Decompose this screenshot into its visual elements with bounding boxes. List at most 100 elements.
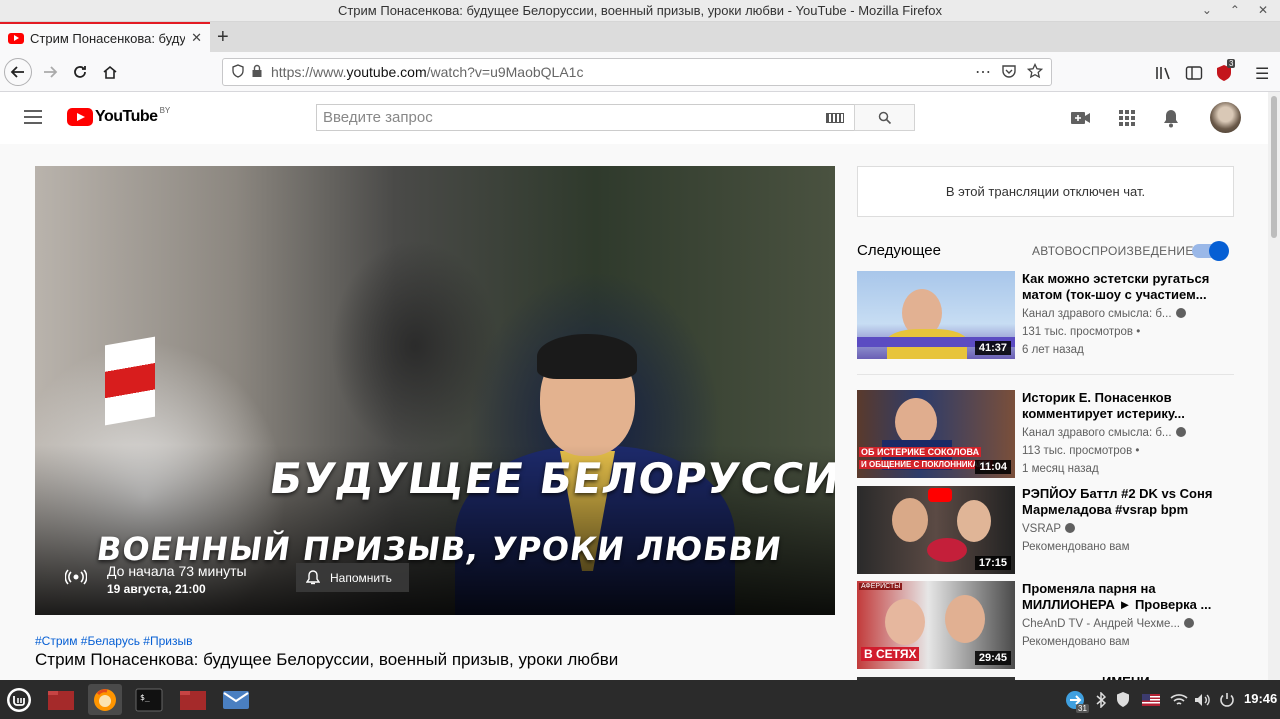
verified-check-icon [1175, 308, 1186, 318]
apps-grid-icon[interactable] [1117, 108, 1137, 128]
recommendation-age: 1 месяц назад [1022, 463, 1099, 475]
tab-title: Стрим Понасенкова: будущее [30, 30, 186, 46]
address-bar[interactable]: https://www.youtube.com/watch?v=u9MaobQL… [222, 58, 1052, 86]
folder-icon[interactable] [44, 684, 78, 715]
minimize-icon[interactable]: ⌄ [1202, 3, 1212, 17]
os-taskbar: $_ 31 19:46 [0, 680, 1280, 719]
remind-me-button[interactable]: Напомнить [296, 563, 409, 592]
recommendation-thumbnail[interactable]: 41:37 [857, 271, 1015, 359]
scrollbar-thumb[interactable] [1271, 96, 1277, 238]
recommendation-channel[interactable]: Канал здравого смысла: б... [1022, 424, 1186, 442]
video-player[interactable]: БУДУЩЕЕ БЕЛОРУССИИ, ВОЕННЫЙ ПРИЗЫВ, УРОК… [35, 166, 835, 615]
window-controls: ⌄ ⌃ ✕ [1202, 3, 1268, 17]
recommendation-thumbnail[interactable]: 17:15 [857, 486, 1015, 574]
video-duration: 29:45 [974, 651, 1011, 665]
close-window-icon[interactable]: ✕ [1258, 3, 1268, 17]
forward-button[interactable] [36, 58, 64, 86]
thumbnail-caption-2: И ОБЩЕНИЕ С ПОКЛОННИКАМИ [859, 460, 993, 469]
recommendation-thumbnail[interactable]: АФЕРИСТЫ В СЕТЯХ 29:45 [857, 581, 1015, 669]
bookmark-star-icon[interactable] [1026, 62, 1044, 82]
countdown-text: До начала 73 минуты [107, 563, 247, 579]
wifi-icon[interactable] [1170, 690, 1188, 710]
url-text[interactable]: https://www.youtube.com/watch?v=u9MaobQL… [271, 64, 583, 80]
youtube-header: YouTube BY Введите запрос [0, 92, 1268, 144]
maximize-icon[interactable]: ⌃ [1230, 3, 1240, 17]
recommendation-separator [857, 374, 1234, 375]
youtube-favicon-icon [8, 32, 24, 44]
video-title: Стрим Понасенкова: будущее Белоруссии, в… [35, 650, 619, 669]
keyboard-icon[interactable] [826, 113, 844, 123]
chat-disabled-box: В этой трансляции отключен чат. [857, 166, 1234, 217]
page-scrollbar[interactable] [1268, 92, 1280, 680]
reload-button[interactable] [66, 58, 94, 86]
thumbnail-person-hair [537, 334, 637, 379]
tab-close-icon[interactable]: ✕ [191, 30, 202, 46]
bluetooth-icon[interactable] [1094, 690, 1108, 710]
search-icon [878, 111, 891, 124]
new-tab-icon[interactable]: + [217, 26, 229, 49]
youtube-wordmark: YouTube [95, 108, 158, 125]
thumbnail-caption-1: АФЕРИСТЫ [859, 583, 903, 590]
tab-youtube[interactable]: Стрим Понасенкова: будущее ✕ [0, 22, 210, 52]
page-actions-icon[interactable]: ⋯ [975, 62, 991, 82]
search-input[interactable]: Введите запрос [316, 104, 855, 131]
autoplay-toggle-knob[interactable] [1209, 241, 1229, 261]
recommendation-age: 6 лет назад [1022, 344, 1084, 356]
live-broadcast-icon [65, 566, 87, 588]
files-folder-icon[interactable] [176, 684, 210, 715]
autoplay-label: АВТОВОСПРОИЗВЕДЕНИЕ [1032, 244, 1194, 258]
verified-check-icon [1065, 523, 1075, 533]
recommendation-views: 131 тыс. просмотров • [1022, 326, 1141, 338]
guide-menu-icon[interactable] [24, 110, 42, 124]
verified-check-icon [1175, 427, 1186, 437]
tab-strip: Стрим Понасенкова: будущее ✕ + [0, 22, 1280, 52]
keyboard-layout-flag-icon[interactable] [1141, 690, 1161, 710]
home-button[interactable] [96, 58, 124, 86]
menu-icon[interactable]: ☰ [1255, 64, 1269, 84]
youtube-logo[interactable]: YouTube BY [67, 106, 170, 126]
recommendation-channel[interactable]: Канал здравого смысла: б... [1022, 305, 1186, 323]
back-button[interactable] [4, 58, 32, 86]
mint-menu-icon[interactable] [2, 684, 36, 715]
up-next-heading: Следующее [857, 242, 941, 259]
video-duration: 11:04 [975, 460, 1011, 474]
recommendation-item[interactable]: ОБ ИСТЕРИКЕ СОКОЛОВА И ОБЩЕНИЕ С ПОКЛОНН… [857, 390, 1237, 480]
recommendation-title[interactable]: Как можно эстетски ругаться матом (ток-ш… [1022, 271, 1222, 303]
power-icon[interactable] [1218, 690, 1236, 710]
create-video-icon[interactable] [1071, 108, 1091, 128]
pocket-icon[interactable] [1001, 64, 1017, 81]
library-icon[interactable] [1155, 65, 1173, 86]
recommendation-title[interactable]: Историк Е. Понасенков комментирует истер… [1022, 390, 1222, 422]
video-hashtags[interactable]: #Стрим #Беларусь #Призыв [35, 634, 192, 648]
shield-icon[interactable] [231, 63, 245, 81]
recommendation-channel[interactable]: VSRAP [1022, 520, 1075, 538]
back-arrow-icon [10, 66, 24, 78]
recommendation-item[interactable]: 41:37 Как можно эстетски ругаться матом … [857, 271, 1237, 361]
recommendation-thumbnail[interactable]: ОБ ИСТЕРИКЕ СОКОЛОВА И ОБЩЕНИЕ С ПОКЛОНН… [857, 390, 1015, 478]
recommendation-views: Рекомендовано вам [1022, 636, 1130, 648]
extension-badge: 3 [1227, 59, 1236, 68]
lock-icon[interactable] [251, 64, 263, 81]
search-button[interactable] [854, 104, 915, 131]
window-titlebar: Стрим Понасенкова: будущее Белоруссии, в… [0, 0, 1280, 22]
recommendation-title[interactable]: РЭПЙОУ Баттл #2 DK vs Соня Мармеладова #… [1022, 486, 1222, 518]
firefox-taskbar-icon[interactable] [88, 684, 122, 715]
premiere-countdown: До начала 73 минуты 19 августа, 21:00 [107, 563, 247, 596]
volume-icon[interactable] [1194, 690, 1212, 710]
notifications-bell-icon[interactable] [1161, 108, 1181, 128]
security-shield-icon[interactable] [1114, 690, 1132, 710]
sidebar-icon[interactable] [1185, 65, 1203, 86]
svg-text:$_: $_ [140, 693, 150, 702]
recommendation-channel[interactable]: CheAnD TV - Андрей Чехме... [1022, 615, 1194, 633]
white-red-white-flag-graphic [105, 336, 155, 426]
recommendation-title[interactable]: Променяла парня на МИЛЛИОНЕРА ► Проверка… [1022, 581, 1222, 613]
autoplay-toggle[interactable] [1192, 241, 1229, 261]
mail-icon[interactable] [219, 684, 253, 715]
taskbar-clock[interactable]: 19:46 [1244, 691, 1277, 706]
recommendation-item[interactable]: 17:15 РЭПЙОУ Баттл #2 DK vs Соня Мармела… [857, 486, 1237, 576]
recommendation-item[interactable]: АФЕРИСТЫ В СЕТЯХ 29:45 Променяла парня н… [857, 581, 1237, 671]
recommendation-views: Рекомендовано вам [1022, 541, 1130, 553]
account-avatar[interactable] [1210, 102, 1241, 133]
forward-arrow-icon [44, 66, 58, 78]
terminal-icon[interactable]: $_ [132, 684, 166, 715]
